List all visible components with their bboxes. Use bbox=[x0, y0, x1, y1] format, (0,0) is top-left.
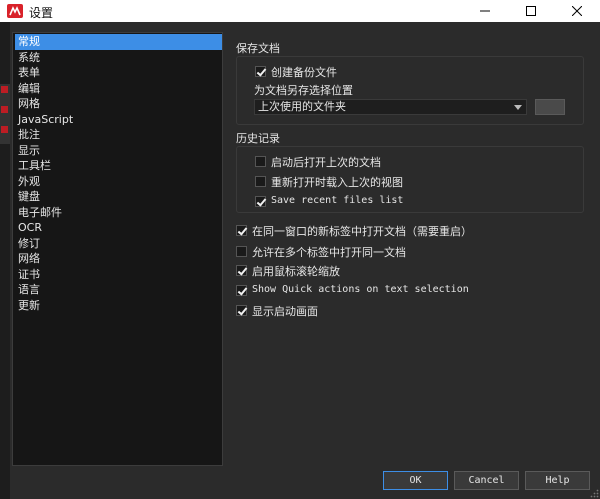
splash-screen-label: 显示启动画面 bbox=[252, 305, 318, 318]
save-as-location-label: 为文档另存选择位置 bbox=[254, 84, 353, 97]
close-button[interactable] bbox=[554, 0, 600, 22]
save-docs-heading: 保存文档 bbox=[236, 42, 280, 55]
help-button[interactable]: Help bbox=[525, 471, 590, 490]
save-location-value: 上次使用的文件夹 bbox=[258, 100, 346, 113]
reload-view-label: 重新打开时载入上次的视图 bbox=[271, 176, 403, 189]
sidebar-item-forms[interactable]: 表单 bbox=[15, 65, 222, 81]
sidebar-item-certificates[interactable]: 证书 bbox=[15, 267, 222, 283]
sidebar-item-appearance[interactable]: 外观 bbox=[15, 174, 222, 190]
reopen-last-checkbox[interactable] bbox=[255, 156, 266, 167]
resize-grip-icon[interactable] bbox=[590, 489, 599, 498]
allow-multi-tab-checkbox[interactable] bbox=[236, 246, 247, 257]
open-in-new-tab-checkbox[interactable] bbox=[236, 225, 247, 236]
sidebar-item-general[interactable]: 常规 bbox=[15, 34, 222, 50]
sidebar-item-revisions[interactable]: 修订 bbox=[15, 236, 222, 252]
create-backup-label: 创建备份文件 bbox=[271, 66, 337, 79]
sidebar-item-ocr[interactable]: OCR bbox=[15, 220, 222, 236]
ok-button[interactable]: OK bbox=[383, 471, 448, 490]
quick-actions-checkbox[interactable] bbox=[236, 285, 247, 296]
sidebar-item-javascript[interactable]: JavaScript bbox=[15, 112, 222, 128]
save-recent-checkbox[interactable] bbox=[255, 196, 266, 207]
reload-view-checkbox[interactable] bbox=[255, 176, 266, 187]
sidebar-item-grid[interactable]: 网格 bbox=[15, 96, 222, 112]
sidebar-item-keyboard[interactable]: 键盘 bbox=[15, 189, 222, 205]
sidebar-item-comments[interactable]: 批注 bbox=[15, 127, 222, 143]
save-location-select[interactable]: 上次使用的文件夹 bbox=[254, 99, 527, 115]
save-recent-label: Save recent files list bbox=[271, 195, 404, 206]
window-edge bbox=[0, 22, 10, 499]
sidebar-item-display[interactable]: 显示 bbox=[15, 143, 222, 159]
sidebar-item-system[interactable]: 系统 bbox=[15, 50, 222, 66]
app-logo-icon bbox=[7, 4, 23, 18]
wheel-zoom-label: 启用鼠标滚轮缩放 bbox=[252, 265, 340, 278]
minimize-button[interactable] bbox=[462, 0, 508, 22]
cancel-button[interactable]: Cancel bbox=[454, 471, 519, 490]
splash-screen-checkbox[interactable] bbox=[236, 305, 247, 316]
quick-actions-label: Show Quick actions on text selection bbox=[252, 284, 469, 295]
maximize-icon bbox=[526, 6, 536, 16]
sidebar-item-toolbar[interactable]: 工具栏 bbox=[15, 158, 222, 174]
allow-multi-tab-label: 允许在多个标签中打开同一文档 bbox=[252, 246, 406, 259]
reopen-last-label: 启动后打开上次的文档 bbox=[271, 156, 381, 169]
sidebar-item-email[interactable]: 电子邮件 bbox=[15, 205, 222, 221]
window-title: 设置 bbox=[29, 6, 54, 20]
create-backup-checkbox[interactable] bbox=[255, 66, 266, 77]
background-app-strip bbox=[0, 84, 10, 144]
settings-category-list[interactable]: 常规 系统 表单 编辑 网格 JavaScript 批注 显示 工具栏 外观 键… bbox=[12, 32, 223, 466]
open-in-new-tab-label: 在同一窗口的新标签中打开文档（需要重启） bbox=[252, 225, 472, 238]
title-bar: 设置 bbox=[0, 0, 600, 22]
history-heading: 历史记录 bbox=[236, 132, 280, 145]
sidebar-item-update[interactable]: 更新 bbox=[15, 298, 222, 314]
sidebar-item-language[interactable]: 语言 bbox=[15, 282, 222, 298]
sidebar-item-network[interactable]: 网络 bbox=[15, 251, 222, 267]
browse-folder-button[interactable] bbox=[535, 99, 565, 115]
wheel-zoom-checkbox[interactable] bbox=[236, 265, 247, 276]
close-icon bbox=[572, 6, 582, 16]
sidebar-item-edit[interactable]: 编辑 bbox=[15, 81, 222, 97]
maximize-button[interactable] bbox=[508, 0, 554, 22]
minimize-icon bbox=[480, 10, 490, 12]
chevron-down-icon bbox=[514, 105, 522, 110]
